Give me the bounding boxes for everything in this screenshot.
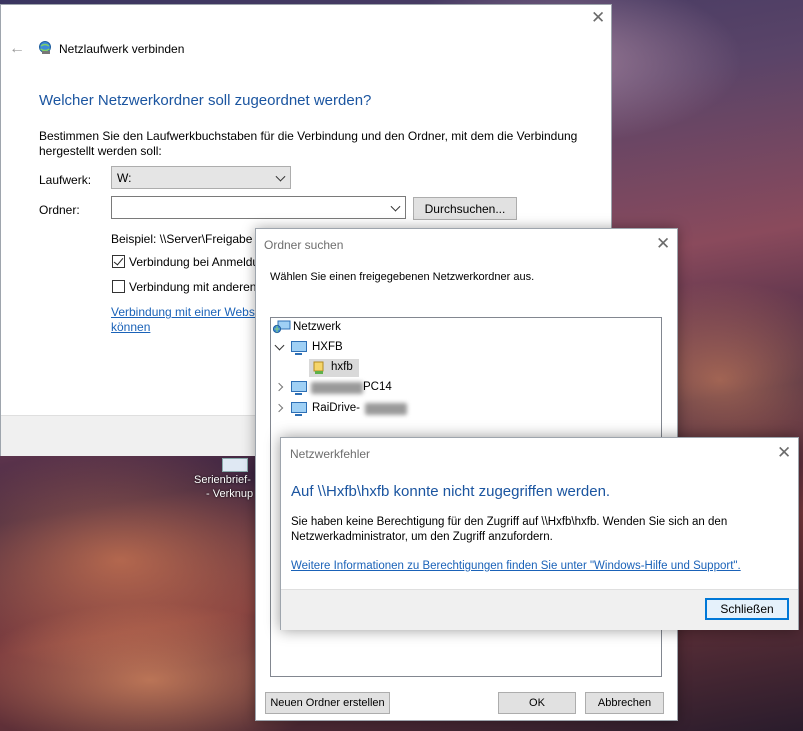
network-drive-icon [38,41,52,55]
drive-select-value: W: [117,170,132,185]
ok-button[interactable]: OK [498,692,576,714]
example-text: Beispiel: \\Server\Freigabe [111,232,253,246]
network-root-icon [272,320,291,334]
reconnect-checkbox[interactable] [112,255,125,268]
cancel-button[interactable]: Abbrechen [585,692,664,714]
folder-label: Ordner: [39,203,80,217]
shortcut-icon [222,458,248,472]
close-icon[interactable]: ✕ [591,9,605,26]
error-message: Sie haben keine Berechtigung für den Zug… [291,516,728,543]
expand-closed-icon[interactable] [274,382,284,392]
browse-button[interactable]: Durchsuchen... [413,197,517,220]
chevron-down-icon[interactable] [390,201,401,212]
dialog-heading: Welcher Netzwerkordner soll zugeordnet w… [39,92,372,109]
network-error-dialog: Netzwerkfehler ✕ Auf \\Hxfb\hxfb konnte … [280,437,799,630]
dialog-description: Bestimmen Sie den Laufwerkbuchstaben für… [39,129,578,158]
browse-dialog-title: Ordner suchen [264,238,344,252]
redacted-text [365,403,407,415]
back-arrow-icon[interactable]: ← [9,40,25,58]
error-heading: Auf \\Hxfb\hxfb konnte nicht zugegriffen… [291,483,611,500]
tree-root-label[interactable]: Netzwerk [293,321,341,333]
shortcut-label-line1: Serienbrief- [194,474,251,486]
computer-icon [291,341,307,355]
close-icon[interactable]: ✕ [777,444,791,461]
expand-closed-icon[interactable] [274,403,284,413]
browse-instruction: Wählen Sie einen freigegebenen Netzwerko… [270,271,535,283]
tree-item-pc14[interactable]: PC14 [363,381,392,393]
website-link-line2[interactable]: können [111,320,150,334]
desktop-shortcut[interactable]: Serienbrief- - Verknup [190,458,260,508]
chevron-down-icon [275,171,286,182]
shared-folder-icon [313,361,325,375]
computer-icon [291,402,307,416]
shortcut-label-line2: - Verknup [206,488,254,500]
drive-label: Laufwerk: [39,173,92,187]
redacted-text [311,382,363,394]
expand-open-icon[interactable] [274,340,285,351]
other-credentials-checkbox[interactable] [112,280,125,293]
tree-item-hxfb-share[interactable]: hxfb [331,361,353,373]
drive-select[interactable]: W: [111,166,291,189]
website-link-line1[interactable]: Verbindung mit einer Websi [111,305,258,319]
close-button[interactable]: Schließen [705,598,789,620]
help-link[interactable]: Weitere Informationen zu Berechtigungen … [291,560,741,572]
tree-item-raidrive[interactable]: RaiDrive- [312,402,360,414]
dialog-title: Netzlaufwerk verbinden [59,42,185,56]
folder-combobox[interactable] [111,196,406,219]
other-credentials-label: Verbindung mit anderen [129,280,257,294]
close-icon[interactable]: ✕ [656,235,670,252]
tree-item-hxfb-computer[interactable]: HXFB [312,341,343,353]
reconnect-label: Verbindung bei Anmeldu [129,255,260,269]
computer-icon [291,381,307,395]
new-folder-button[interactable]: Neuen Ordner erstellen [265,692,390,714]
error-dialog-title: Netzwerkfehler [290,447,371,461]
